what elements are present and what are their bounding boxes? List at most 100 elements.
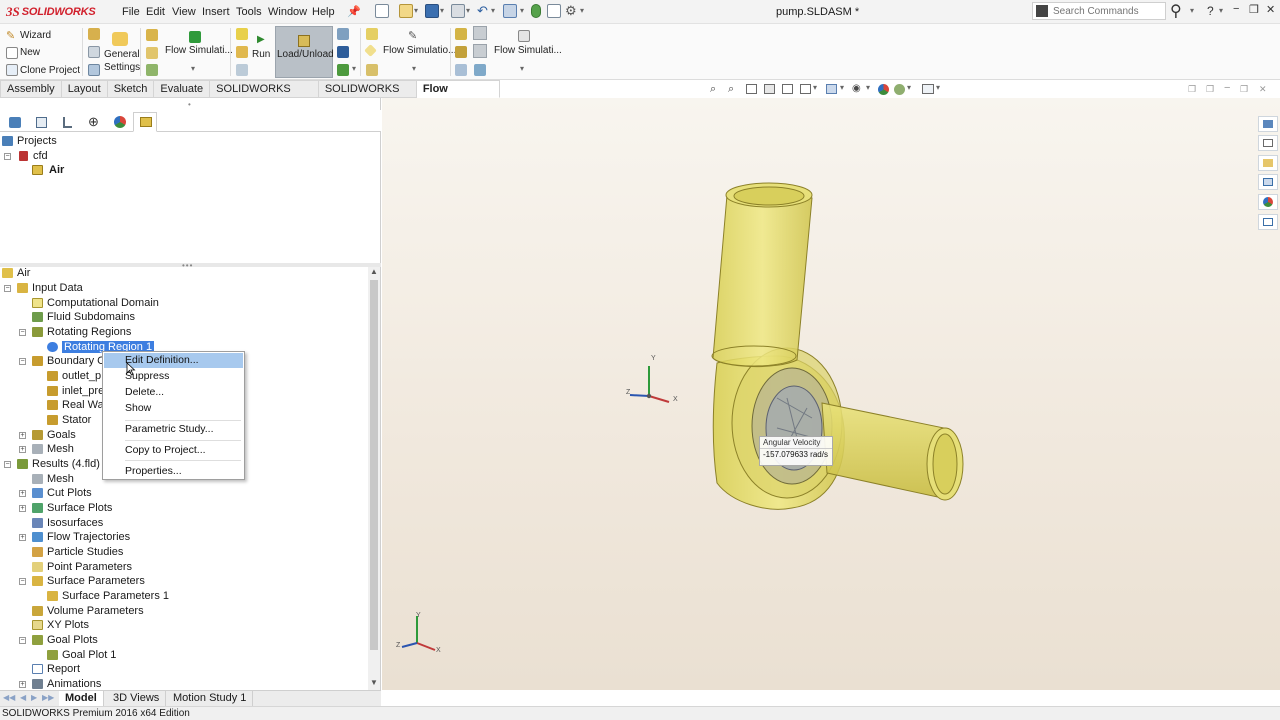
menu-file[interactable]: File (122, 6, 140, 18)
tree-item-projects[interactable]: Projects (2, 134, 57, 148)
menu-window[interactable]: Window (268, 6, 307, 18)
new-document-icon[interactable] (375, 4, 389, 18)
help-icon[interactable]: ? (1207, 4, 1214, 18)
panel-grip-icon[interactable]: • (188, 100, 191, 109)
tree-item-report[interactable]: Report (32, 662, 80, 676)
view-orientation-icon[interactable] (800, 84, 811, 94)
pump-model-3d[interactable] (382, 98, 1280, 690)
display-style-icon[interactable] (826, 84, 837, 94)
flow-simulation-tools-button-1[interactable]: Flow Simulati... (165, 45, 233, 56)
view-settings-dropdown-icon[interactable]: ▾ (936, 83, 940, 92)
tool-icon[interactable] (337, 64, 349, 76)
dimxpert-tab-icon[interactable]: ⊕ (81, 112, 105, 132)
collapse-icon[interactable]: − (4, 153, 11, 160)
tree-item-goals[interactable]: + Goals (17, 428, 76, 442)
dynamic-annotation-icon[interactable] (782, 84, 793, 94)
tree-item-results[interactable]: − Results (4.fld) (2, 457, 100, 471)
options-dropdown-icon[interactable]: ▾ (580, 6, 584, 15)
search-input[interactable] (1053, 5, 1163, 17)
run-button[interactable]: Run (252, 49, 270, 60)
expand-icon[interactable]: + (19, 534, 26, 541)
tool-icon[interactable] (236, 46, 248, 58)
prev-tab-icon[interactable]: ◀ (20, 693, 26, 702)
tree-item-mesh[interactable]: Mesh (32, 472, 74, 486)
tree-item-boundary-conditions[interactable]: − Boundary Co (17, 354, 111, 368)
tab-model[interactable]: Model (59, 691, 104, 706)
tree-item-cut-plots[interactable]: + Cut Plots (17, 486, 92, 500)
tool-icon[interactable] (366, 64, 378, 76)
last-tab-icon[interactable]: ▶▶ (42, 693, 54, 702)
hide-show-items-icon[interactable]: ◉ (852, 83, 861, 94)
save-dropdown-icon[interactable]: ▾ (440, 6, 444, 15)
tree-item-point-parameters[interactable]: Point Parameters (32, 560, 132, 574)
menu-item-suppress[interactable]: Suppress (104, 369, 243, 384)
tool-icon[interactable] (146, 47, 158, 59)
expand-icon[interactable]: + (19, 490, 26, 497)
tab-3d-views[interactable]: 3D Views (107, 691, 167, 706)
options-gear-icon[interactable]: ⚙ (565, 3, 577, 19)
tree-item-surface-parameters[interactable]: − Surface Parameters (17, 574, 145, 588)
expand-icon[interactable]: + (19, 681, 26, 688)
menu-item-edit-definition[interactable]: Edit Definition... (104, 353, 243, 368)
expand-icon[interactable]: + (19, 446, 26, 453)
viewport-restore-icon[interactable]: ❐ (1188, 84, 1196, 95)
tree-item-isosurfaces[interactable]: Isosurfaces (32, 516, 103, 530)
help-dropdown-icon[interactable]: ▾ (1219, 6, 1223, 15)
open-icon[interactable] (399, 4, 413, 18)
splitter-grip-icon[interactable]: ••• (182, 261, 193, 270)
tool-icon[interactable] (455, 64, 467, 76)
tree-item-input-data[interactable]: − Input Data (2, 281, 83, 295)
scroll-up-icon[interactable]: ▲ (370, 267, 378, 276)
tree-item-inlet[interactable]: inlet_pre (47, 384, 104, 398)
expand-icon[interactable]: + (19, 505, 26, 512)
viewport-minimize-icon[interactable]: − (1224, 82, 1230, 94)
viewport-tile-icon[interactable]: ❐ (1206, 84, 1214, 95)
tree-item-animations[interactable]: + Animations (17, 677, 101, 691)
menu-item-copy-to-project[interactable]: Copy to Project... (104, 443, 243, 458)
edit-appearance-icon[interactable] (878, 84, 889, 95)
tree-item-air-config[interactable]: Air (32, 163, 64, 177)
scroll-down-icon[interactable]: ▼ (370, 678, 378, 687)
open-dropdown-icon[interactable]: ▾ (414, 6, 418, 15)
tree-item-real-wall[interactable]: Real Wa (47, 398, 104, 412)
print-icon[interactable] (451, 4, 465, 18)
tool-icon[interactable] (337, 46, 349, 58)
wizard-button[interactable]: Wizard (20, 30, 51, 41)
tab-flow-simulation[interactable]: Flow Simulation (416, 80, 501, 112)
search-magnifier-icon[interactable]: ⚲ (1170, 1, 1182, 21)
search-box[interactable] (1032, 2, 1166, 20)
tool-icon[interactable] (455, 46, 467, 58)
tool-icon[interactable] (474, 64, 486, 76)
tree-item-fluid-subdomains[interactable]: Fluid Subdomains (32, 310, 135, 324)
collapse-icon[interactable]: − (19, 578, 26, 585)
collapse-icon[interactable]: − (4, 285, 11, 292)
tool-icon[interactable] (364, 44, 377, 57)
tool-icon[interactable] (337, 28, 349, 40)
tab-sketch[interactable]: Sketch (107, 80, 155, 98)
tree-item-air[interactable]: Air (2, 266, 30, 280)
tree-item-xy-plots[interactable]: XY Plots (32, 618, 89, 632)
tool-icon[interactable] (455, 28, 467, 40)
tool-icon[interactable] (473, 44, 487, 58)
menu-help[interactable]: Help (312, 6, 335, 18)
traffic-light-icon[interactable] (531, 4, 541, 18)
zoom-to-area-icon[interactable]: ⌕ (728, 83, 734, 96)
flow-simulation-analysis-tab-icon[interactable] (133, 112, 157, 132)
first-tab-icon[interactable]: ◀◀ (3, 693, 15, 702)
tree-item-mesh-input[interactable]: + Mesh (17, 442, 74, 456)
previous-view-icon[interactable] (746, 84, 757, 94)
tab-evaluate[interactable]: Evaluate (154, 80, 211, 98)
tree-item-flow-trajectories[interactable]: + Flow Trajectories (17, 530, 130, 544)
menu-view[interactable]: View (172, 6, 196, 18)
select-icon[interactable] (503, 4, 517, 18)
menu-edit[interactable]: Edit (146, 6, 165, 18)
apply-scene-icon[interactable] (894, 84, 905, 95)
tool-icon[interactable] (236, 64, 248, 76)
tool-icon[interactable] (146, 29, 158, 41)
tree-item-cfd[interactable]: − cfd (2, 149, 48, 163)
viewport-close-icon[interactable]: ✕ (1259, 84, 1267, 95)
view-settings-icon[interactable] (922, 84, 934, 94)
menu-item-show[interactable]: Show (104, 401, 243, 416)
hide-show-dropdown-icon[interactable]: ▾ (866, 83, 870, 92)
search-dropdown-icon[interactable]: ▾ (1190, 6, 1194, 15)
